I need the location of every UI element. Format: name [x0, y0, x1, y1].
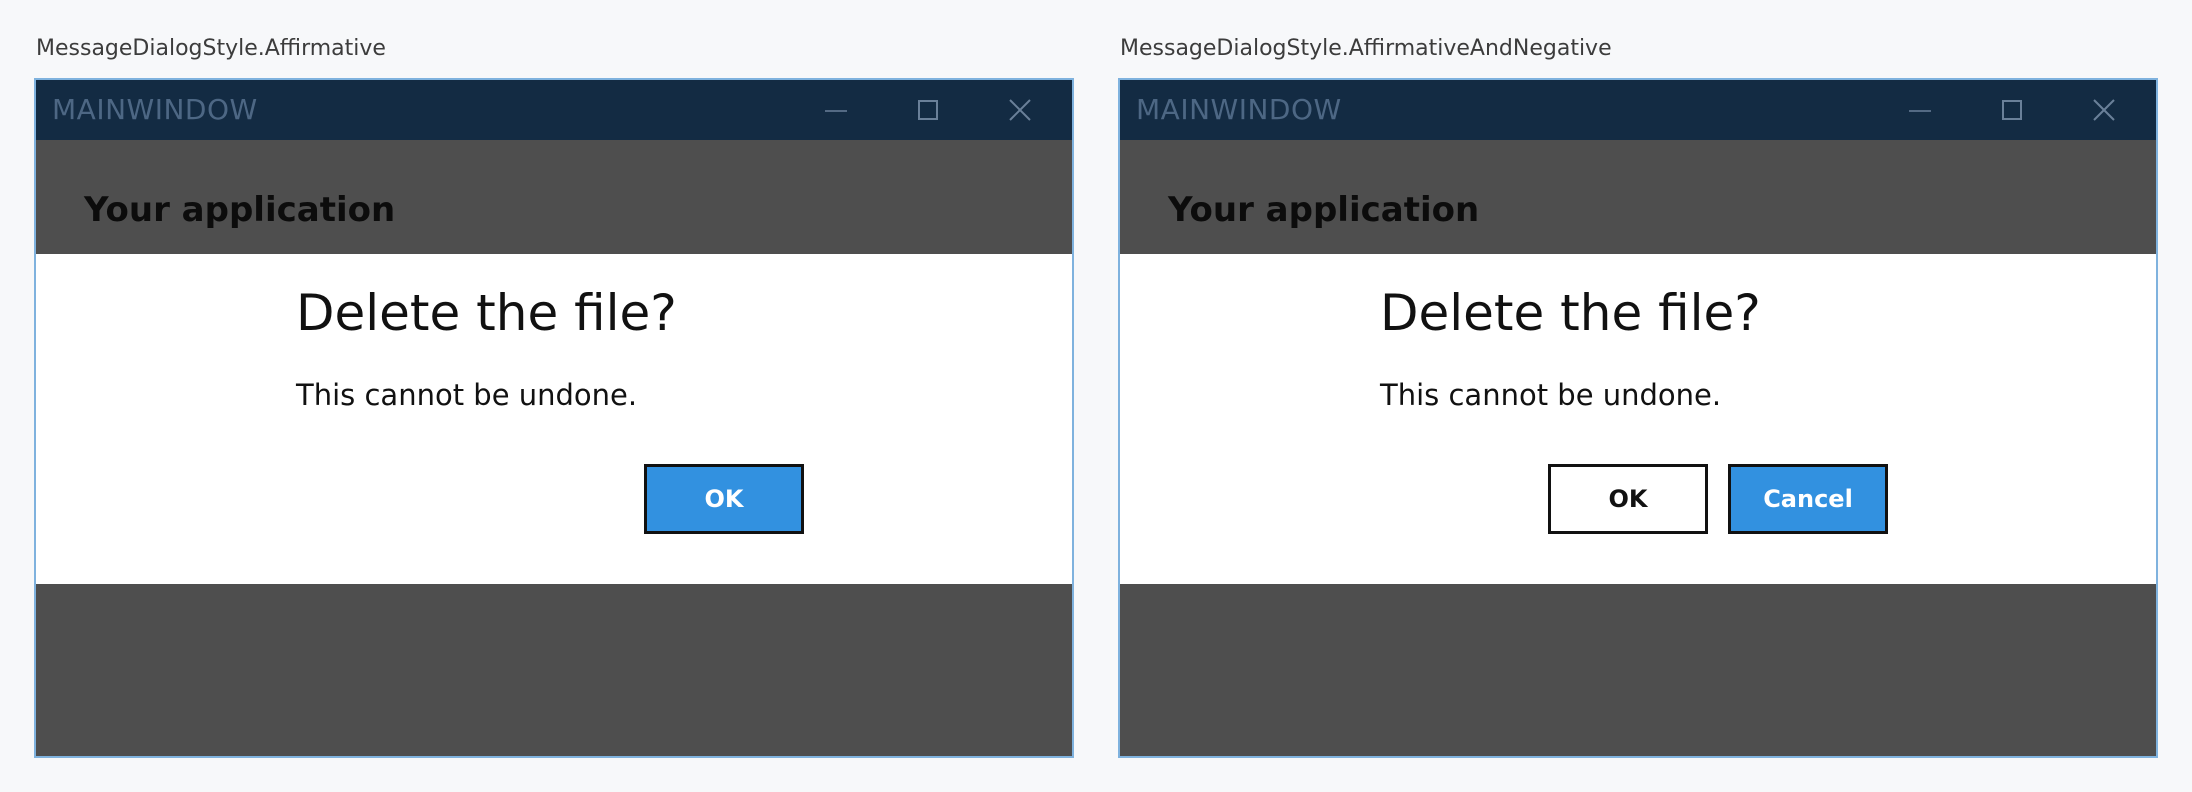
main-window: MAINWINDOW Your application Delete the f… — [34, 78, 1074, 758]
panel-caption: MessageDialogStyle.Affirmative — [36, 36, 386, 61]
window-title: MAINWINDOW — [52, 93, 258, 126]
close-icon[interactable] — [1000, 90, 1040, 130]
app-heading: Your application — [1168, 190, 1480, 230]
message-dialog: Delete the file? This cannot be undone. … — [36, 254, 1072, 584]
ok-button[interactable]: OK — [1548, 464, 1708, 534]
app-heading: Your application — [84, 190, 396, 230]
window-titlebar[interactable]: MAINWINDOW — [1120, 80, 2156, 140]
message-dialog: Delete the file? This cannot be undone. … — [1120, 254, 2156, 584]
window-title: MAINWINDOW — [1136, 93, 1342, 126]
panel-caption: MessageDialogStyle.AffirmativeAndNegativ… — [1120, 36, 1612, 61]
dialog-message: This cannot be undone. — [1380, 378, 1722, 412]
dialog-message: This cannot be undone. — [296, 378, 638, 412]
main-window: MAINWINDOW Your application Delete the f… — [1118, 78, 2158, 758]
dialog-title: Delete the file? — [296, 284, 677, 342]
ok-button[interactable]: OK — [644, 464, 804, 534]
close-icon[interactable] — [2084, 90, 2124, 130]
minimize-icon[interactable] — [816, 90, 856, 130]
maximize-icon[interactable] — [1992, 90, 2032, 130]
window-titlebar[interactable]: MAINWINDOW — [36, 80, 1072, 140]
dialog-title: Delete the file? — [1380, 284, 1761, 342]
minimize-icon[interactable] — [1900, 90, 1940, 130]
cancel-button[interactable]: Cancel — [1728, 464, 1888, 534]
maximize-icon[interactable] — [908, 90, 948, 130]
